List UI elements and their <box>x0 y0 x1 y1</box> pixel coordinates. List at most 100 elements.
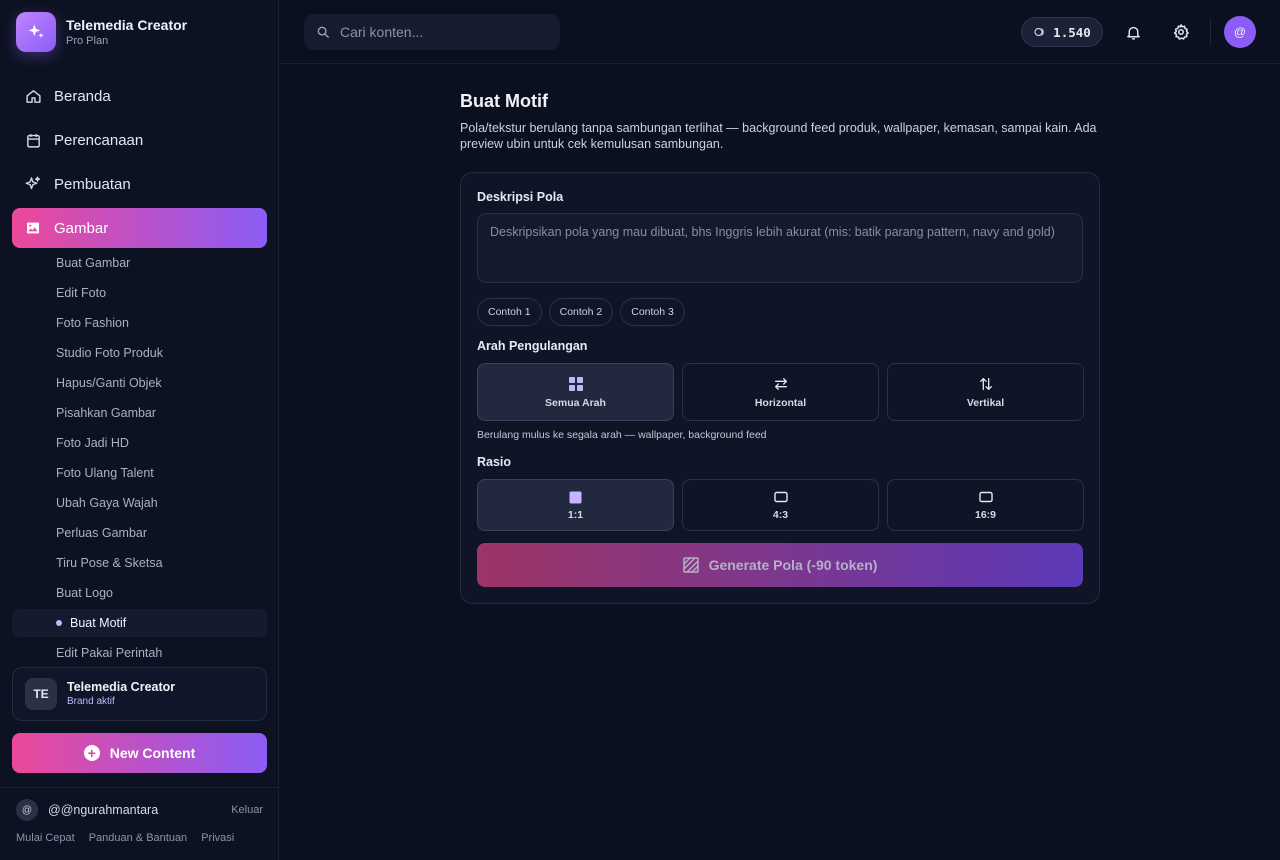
calendar-icon <box>24 131 42 149</box>
gear-icon <box>1173 24 1189 40</box>
direction-options: Semua Arah Horizontal Vertikal <box>477 363 1084 421</box>
topbar-divider <box>1210 18 1211 46</box>
user-avatar[interactable]: @ <box>16 799 38 821</box>
example-chip-3[interactable]: Contoh 3 <box>620 298 685 326</box>
direction-hint: Berulang mulus ke segala arah — wallpape… <box>477 429 767 441</box>
ratio-options: 1:1 4:3 16:9 <box>477 479 1084 531</box>
notification-button[interactable] <box>1123 22 1143 42</box>
subnav-item-perluas-gambar[interactable]: Perluas Gambar <box>12 519 267 547</box>
pattern-description-input[interactable] <box>477 213 1083 283</box>
main-nav: Beranda Perencanaan Pembuatan Gambar <box>12 76 267 252</box>
rect-wide-icon <box>978 489 993 505</box>
brand-card-name: Telemedia Creator <box>67 680 176 694</box>
example-chip-2[interactable]: Contoh 2 <box>548 298 614 326</box>
profile-avatar[interactable]: @ <box>1224 16 1256 48</box>
footer-link-panduan[interactable]: Panduan & Bantuan <box>89 832 187 844</box>
token-count: 1.540 <box>1053 24 1091 40</box>
arrows-vertical-icon <box>979 376 993 392</box>
subnav-item-edit-pakai-perintah[interactable]: Edit Pakai Perintah <box>12 639 267 667</box>
subnav-item-buat-gambar[interactable]: Buat Gambar <box>12 249 267 277</box>
motif-form-card: Deskripsi Pola Contoh 1 Contoh 2 Contoh … <box>460 172 1100 604</box>
ratio-option-16-9[interactable]: 16:9 <box>887 479 1084 531</box>
token-balance[interactable]: 1.540 <box>1021 17 1103 47</box>
active-brand-card[interactable]: TE Telemedia Creator Brand aktif <box>12 667 267 721</box>
search-input[interactable] <box>340 24 540 40</box>
subnav-item-ubah-gaya-wajah[interactable]: Ubah Gaya Wajah <box>12 489 267 517</box>
new-content-button[interactable]: + New Content <box>12 733 267 773</box>
subnav-item-buat-motif[interactable]: Buat Motif <box>12 609 267 637</box>
subnav-item-edit-foto[interactable]: Edit Foto <box>12 279 267 307</box>
bell-icon <box>1126 26 1140 40</box>
description-label: Deskripsi Pola <box>477 190 564 204</box>
sidebar: Telemedia Creator Pro Plan Beranda Peren… <box>0 0 279 860</box>
topbar: 1.540 @ <box>280 0 1280 64</box>
search-box[interactable] <box>304 14 560 50</box>
direction-option-label: Horizontal <box>754 396 807 409</box>
page-description: Pola/tekstur berulang tanpa sambungan te… <box>460 121 1097 151</box>
nav-item-pembuatan[interactable]: Pembuatan <box>12 164 267 204</box>
image-icon <box>24 219 42 237</box>
logout-link[interactable]: Keluar <box>231 804 263 816</box>
active-dot <box>56 620 62 626</box>
user-row: @ @@ngurahmantara Keluar <box>16 798 263 822</box>
subnav-item-foto-jadi-hd[interactable]: Foto Jadi HD <box>12 429 267 457</box>
user-handle: @@ngurahmantara <box>48 803 159 817</box>
subnav-item-pisahkan-gambar[interactable]: Pisahkan Gambar <box>12 399 267 427</box>
nav-item-perencanaan[interactable]: Perencanaan <box>12 120 267 160</box>
subnav-item-hapus-ganti-objek[interactable]: Hapus/Ganti Objek <box>12 369 267 397</box>
generate-pattern-button[interactable]: Generate Pola (-90 token) <box>477 543 1083 587</box>
sparkle-icon <box>24 175 42 193</box>
direction-option-label: Vertikal <box>966 396 1005 409</box>
search-icon <box>317 26 329 38</box>
subnav-item-foto-ulang-talent[interactable]: Foto Ulang Talent <box>12 459 267 487</box>
subnav-item-tiru-pose-sketsa[interactable]: Tiru Pose & Sketsa <box>12 549 267 577</box>
grid-icon <box>568 376 583 392</box>
direction-option-vertikal[interactable]: Vertikal <box>887 363 1084 421</box>
subnav-item-buat-logo[interactable]: Buat Logo <box>12 579 267 607</box>
home-icon <box>24 87 42 105</box>
rect-icon <box>773 489 788 505</box>
ratio-option-1-1[interactable]: 1:1 <box>477 479 674 531</box>
nav-label: Perencanaan <box>54 131 144 149</box>
ratio-option-label: 1:1 <box>567 509 584 521</box>
subnav-item-studio-foto-produk[interactable]: Studio Foto Produk <box>12 339 267 367</box>
ratio-option-label: 16:9 <box>974 509 996 521</box>
direction-option-semua-arah[interactable]: Semua Arah <box>477 363 674 421</box>
brand-title: Telemedia Creator <box>66 17 188 33</box>
footer-links: Mulai Cepat Panduan & Bantuan Privasi <box>16 832 248 844</box>
brand-logo <box>16 12 56 52</box>
direction-label: Arah Pengulangan <box>477 339 588 353</box>
ratio-option-label: 4:3 <box>772 509 789 521</box>
nav-label: Pembuatan <box>54 175 131 193</box>
brand-plan: Pro Plan <box>66 35 109 47</box>
new-content-label: New Content <box>109 745 196 761</box>
footer-link-privasi[interactable]: Privasi <box>201 832 234 844</box>
generate-label: Generate Pola (-90 token) <box>708 557 878 573</box>
subnav-item-foto-fashion[interactable]: Foto Fashion <box>12 309 267 337</box>
example-chips: Contoh 1 Contoh 2 Contoh 3 <box>477 298 692 326</box>
square-icon <box>569 489 582 505</box>
footer-link-mulai-cepat[interactable]: Mulai Cepat <box>16 832 75 844</box>
coins-icon <box>1033 26 1047 38</box>
direction-option-horizontal[interactable]: Horizontal <box>682 363 879 421</box>
nav-item-gambar[interactable]: Gambar <box>12 208 267 248</box>
page-title: Buat Motif <box>460 91 548 111</box>
example-chip-1[interactable]: Contoh 1 <box>477 298 542 326</box>
brand-card-status: Brand aktif <box>67 696 115 707</box>
plus-icon: + <box>83 745 100 761</box>
subnav-label: Buat Motif <box>70 616 127 630</box>
ratio-label: Rasio <box>477 455 512 469</box>
sidebar-divider <box>0 787 279 788</box>
sparkle-icon <box>28 24 44 38</box>
brand-avatar: TE <box>25 678 57 710</box>
ratio-option-4-3[interactable]: 4:3 <box>682 479 879 531</box>
brand[interactable]: Telemedia Creator Pro Plan <box>16 12 187 52</box>
direction-option-label: Semua Arah <box>545 396 606 409</box>
pattern-icon <box>682 557 699 573</box>
nav-item-beranda[interactable]: Beranda <box>12 76 267 116</box>
subnav-gambar: Buat Gambar Edit Foto Foto Fashion Studi… <box>12 249 267 669</box>
settings-button[interactable] <box>1171 22 1191 42</box>
nav-label: Gambar <box>54 219 109 237</box>
nav-label: Beranda <box>54 87 111 105</box>
arrows-horizontal-icon <box>773 376 789 392</box>
